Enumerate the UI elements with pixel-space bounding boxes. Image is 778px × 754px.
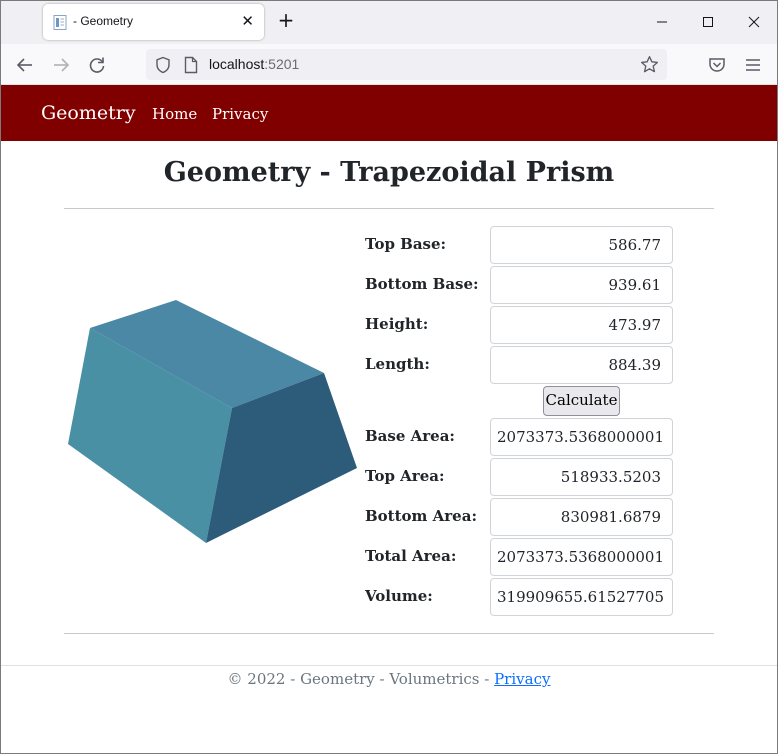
reload-icon[interactable] [86, 54, 108, 76]
url-host: localhost [209, 56, 265, 72]
top-area-label: Top Area: [365, 467, 445, 485]
close-window-icon[interactable] [739, 8, 769, 36]
total-area-field[interactable]: 2073373.5368000001 [490, 538, 673, 576]
volume-label: Volume: [365, 587, 433, 605]
pocket-icon[interactable] [706, 54, 728, 76]
bottom-base-input[interactable]: 939.61 [490, 266, 673, 304]
page-favicon-icon [53, 15, 67, 30]
forward-arrow-icon[interactable] [50, 54, 72, 76]
url-bar[interactable]: localhost:5201 [146, 49, 667, 80]
url-port: :5201 [264, 56, 300, 72]
footer-text: © 2022 - Geometry - Volumetrics - [227, 670, 495, 688]
tab-strip: - Geometry ✕ + [0, 0, 778, 44]
top-base-input[interactable]: 586.77 [490, 226, 673, 264]
page-title: Geometry - Trapezoidal Prism [163, 157, 615, 188]
back-arrow-icon[interactable] [14, 54, 36, 76]
url-text[interactable]: localhost:5201 [209, 56, 299, 72]
top-base-label: Top Base: [365, 235, 447, 253]
bottom-base-label: Bottom Base: [365, 275, 479, 293]
top-divider [64, 208, 714, 209]
shield-icon[interactable] [154, 56, 172, 74]
tab-title: - Geometry [73, 14, 134, 28]
base-area-label: Base Area: [365, 427, 455, 445]
bottom-area-field[interactable]: 830981.6879 [490, 498, 673, 536]
length-label: Length: [365, 355, 430, 373]
brand-link[interactable]: Geometry [41, 102, 136, 124]
footer-privacy-link[interactable]: Privacy [494, 670, 550, 688]
close-tab-icon[interactable]: ✕ [241, 13, 254, 29]
maximize-icon[interactable] [693, 8, 723, 36]
bottom-divider [64, 633, 714, 634]
volume-field[interactable]: 319909655.61527705 [490, 578, 673, 616]
footer: © 2022 - Geometry - Volumetrics - Privac… [0, 670, 778, 688]
height-label: Height: [365, 315, 429, 333]
bookmark-star-icon[interactable] [640, 55, 659, 74]
bottom-area-label: Bottom Area: [365, 507, 477, 525]
new-tab-icon[interactable]: + [276, 10, 296, 30]
minimize-icon[interactable] [647, 8, 677, 36]
browser-tab[interactable]: - Geometry ✕ [43, 4, 264, 40]
total-area-label: Total Area: [365, 547, 457, 565]
nav-link-home[interactable]: Home [152, 105, 197, 123]
site-navbar: Geometry Home Privacy [0, 85, 778, 141]
calculate-button[interactable]: Calculate [543, 386, 620, 416]
menu-icon[interactable] [742, 54, 764, 76]
page-info-icon[interactable] [183, 56, 199, 74]
browser-toolbar: localhost:5201 [0, 44, 778, 85]
footer-border [0, 665, 778, 666]
top-area-field[interactable]: 518933.5203 [490, 458, 673, 496]
length-input[interactable]: 884.39 [490, 346, 673, 384]
trapezoidal-prism-image [68, 300, 357, 543]
base-area-field[interactable]: 2073373.5368000001 [490, 418, 673, 456]
nav-link-privacy[interactable]: Privacy [212, 105, 268, 123]
height-input[interactable]: 473.97 [490, 306, 673, 344]
